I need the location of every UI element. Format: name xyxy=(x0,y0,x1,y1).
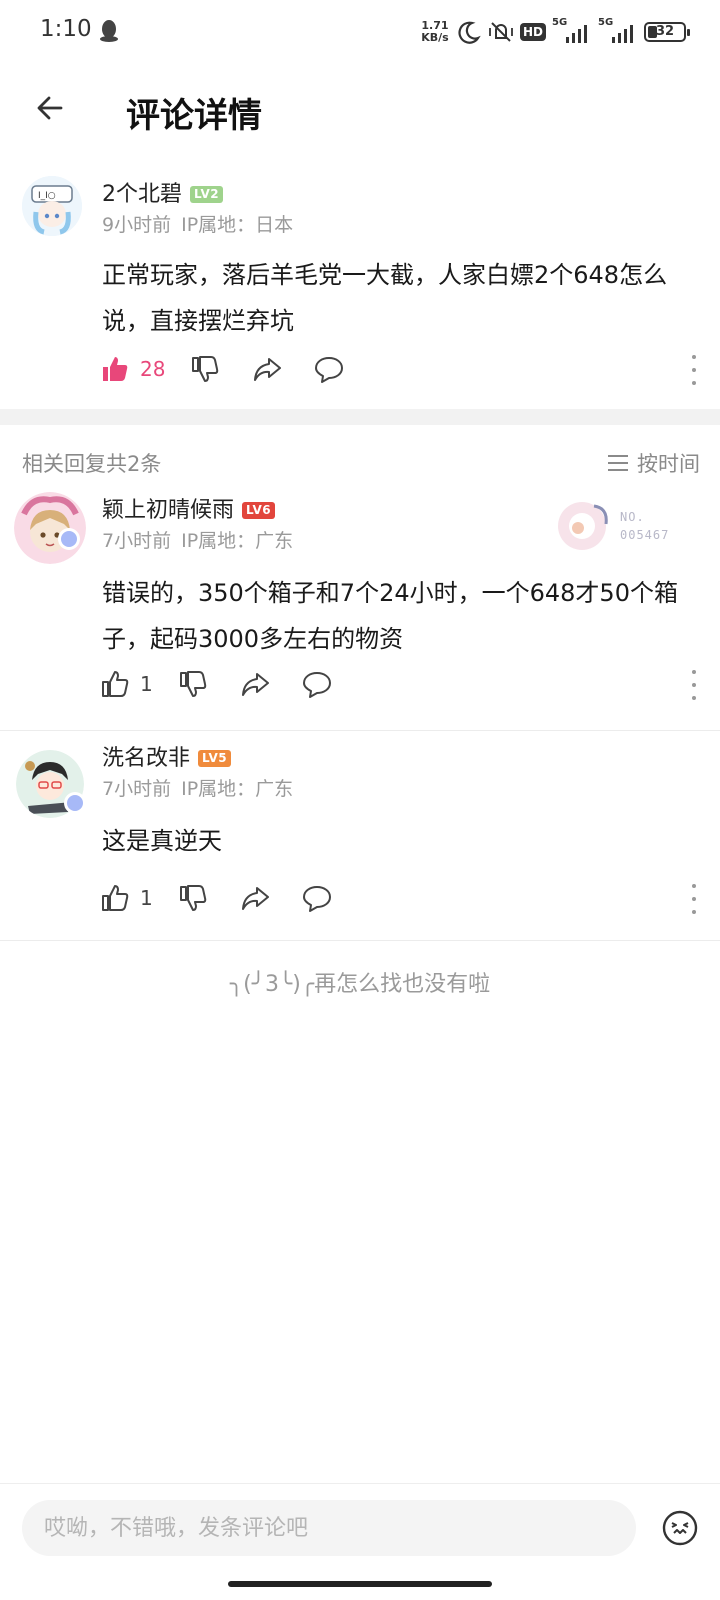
comment-actions: 28 xyxy=(100,349,700,389)
battery-icon: 32 xyxy=(644,22,690,42)
comment-bubble-icon xyxy=(303,672,331,698)
network-speed: 1.71 KB/s xyxy=(421,19,449,44)
level-badge: LV5 xyxy=(198,750,232,767)
reply-divider xyxy=(0,940,720,941)
reply-button[interactable] xyxy=(302,664,332,704)
thumbs-down-icon xyxy=(180,671,207,697)
share-button[interactable] xyxy=(240,878,270,918)
list-sort-icon xyxy=(608,455,628,471)
reply-text: 这是真逆天 xyxy=(102,827,222,855)
status-time: 1:10 xyxy=(40,16,92,42)
more-options-button[interactable] xyxy=(688,355,700,385)
dislike-button[interactable] xyxy=(190,349,220,389)
section-divider xyxy=(0,409,720,425)
like-count: 28 xyxy=(140,357,166,381)
thumbs-up-icon xyxy=(102,885,129,911)
like-count: 1 xyxy=(140,672,153,696)
replies-count: 相关回复共2条 xyxy=(22,452,162,476)
share-button[interactable] xyxy=(252,349,282,389)
comment-text: 正常玩家，落后羊毛党一大截，人家白嫖2个648怎么说，直接摆烂弃坑 xyxy=(102,261,668,335)
thumbs-up-icon xyxy=(102,671,129,697)
like-button[interactable]: 1 xyxy=(100,664,153,704)
status-bar: 1:10 1.71 KB/s HD 5G 5G 32 xyxy=(0,0,720,64)
reply-item: 洗名改非 LV5 7小时前 IP属地：广东 这是真逆天 1 xyxy=(0,740,720,940)
reply-username[interactable]: 洗名改非 LV5 xyxy=(102,740,232,772)
qq-notification-icon xyxy=(100,20,118,42)
comment-bubble-icon xyxy=(315,357,343,383)
signal-5g-1-icon: 5G xyxy=(552,17,592,45)
thumbs-up-filled-icon xyxy=(103,357,128,381)
share-arrow-icon xyxy=(254,358,281,381)
replies-header: 相关回复共2条 按时间 xyxy=(0,448,720,482)
reply-time: 7小时前 xyxy=(102,530,172,552)
comment-username[interactable]: 2个北碧 LV2 xyxy=(102,176,224,208)
home-indicator[interactable] xyxy=(228,1581,492,1587)
sort-by-time-button[interactable]: 按时间 xyxy=(607,448,700,478)
dislike-button[interactable] xyxy=(178,664,208,704)
dislike-button[interactable] xyxy=(178,878,208,918)
mute-vibrate-icon xyxy=(489,22,513,42)
fan-badge-number: NO. 005467 xyxy=(620,510,670,542)
comment-meta: 9小时前 IP属地：日本 xyxy=(102,210,293,237)
thumbs-down-icon xyxy=(180,885,207,911)
reply-username[interactable]: 颖上初晴候雨 LV6 xyxy=(102,492,276,524)
reply-button[interactable] xyxy=(314,349,344,389)
level-badge: LV6 xyxy=(242,502,276,519)
share-arrow-icon xyxy=(242,887,269,910)
more-options-button[interactable] xyxy=(688,884,700,914)
reply-actions: 1 xyxy=(100,664,700,704)
fan-badge-avatar-icon xyxy=(558,502,608,550)
level-badge: LV2 xyxy=(190,186,224,203)
status-icons: 1.71 KB/s HD 5G 5G 32 xyxy=(420,17,690,47)
svg-text:I_I○: I_I○ xyxy=(38,191,56,201)
verified-badge-icon xyxy=(64,792,86,814)
reply-ip-location: IP属地：广东 xyxy=(181,530,294,552)
avatar[interactable] xyxy=(14,492,86,564)
reply-meta: 7小时前 IP属地：广东 xyxy=(102,774,293,801)
moon-icon xyxy=(458,21,481,44)
comment-time: 9小时前 xyxy=(102,214,172,236)
fan-badge-card: NO. 005467 xyxy=(556,498,686,554)
like-button[interactable]: 28 xyxy=(100,349,165,389)
share-button[interactable] xyxy=(240,664,270,704)
emoji-face-icon[interactable] xyxy=(662,1510,698,1546)
reply-actions: 1 xyxy=(100,878,700,918)
reply-meta: 7小时前 IP属地：广东 xyxy=(102,526,293,553)
reply-button[interactable] xyxy=(302,878,332,918)
reply-ip-location: IP属地：广东 xyxy=(181,778,294,800)
reply-text: 错误的，350个箱子和7个24小时，一个648才50个箱子，起码3000多左右的… xyxy=(102,579,678,653)
comment-input[interactable] xyxy=(22,1500,636,1556)
comment-bubble-icon xyxy=(303,886,331,912)
like-count: 1 xyxy=(140,886,153,910)
reply-divider xyxy=(0,730,720,731)
verified-badge-icon xyxy=(58,528,80,550)
back-button[interactable] xyxy=(28,86,72,130)
share-arrow-icon xyxy=(242,673,269,696)
app-header: 评论详情 xyxy=(0,64,720,154)
like-button[interactable]: 1 xyxy=(100,878,153,918)
avatar[interactable]: I_I○ xyxy=(22,176,82,236)
page-title: 评论详情 xyxy=(126,96,262,136)
comment-ip-location: IP属地：日本 xyxy=(181,214,294,236)
more-options-button[interactable] xyxy=(688,670,700,700)
thumbs-down-icon xyxy=(192,356,219,382)
hd-voice-icon: HD xyxy=(519,23,546,41)
main-comment: I_I○ 2个北碧 LV2 9小时前 IP属地：日本 正常玩家，落后羊毛党一大截，人… xyxy=(0,172,720,408)
arrow-left-icon xyxy=(37,96,63,120)
reply-time: 7小时前 xyxy=(102,778,172,800)
signal-5g-2-icon: 5G xyxy=(598,17,638,45)
end-of-list-note: ╮(╯3╰)╭再怎么找也没有啦 xyxy=(229,972,491,997)
